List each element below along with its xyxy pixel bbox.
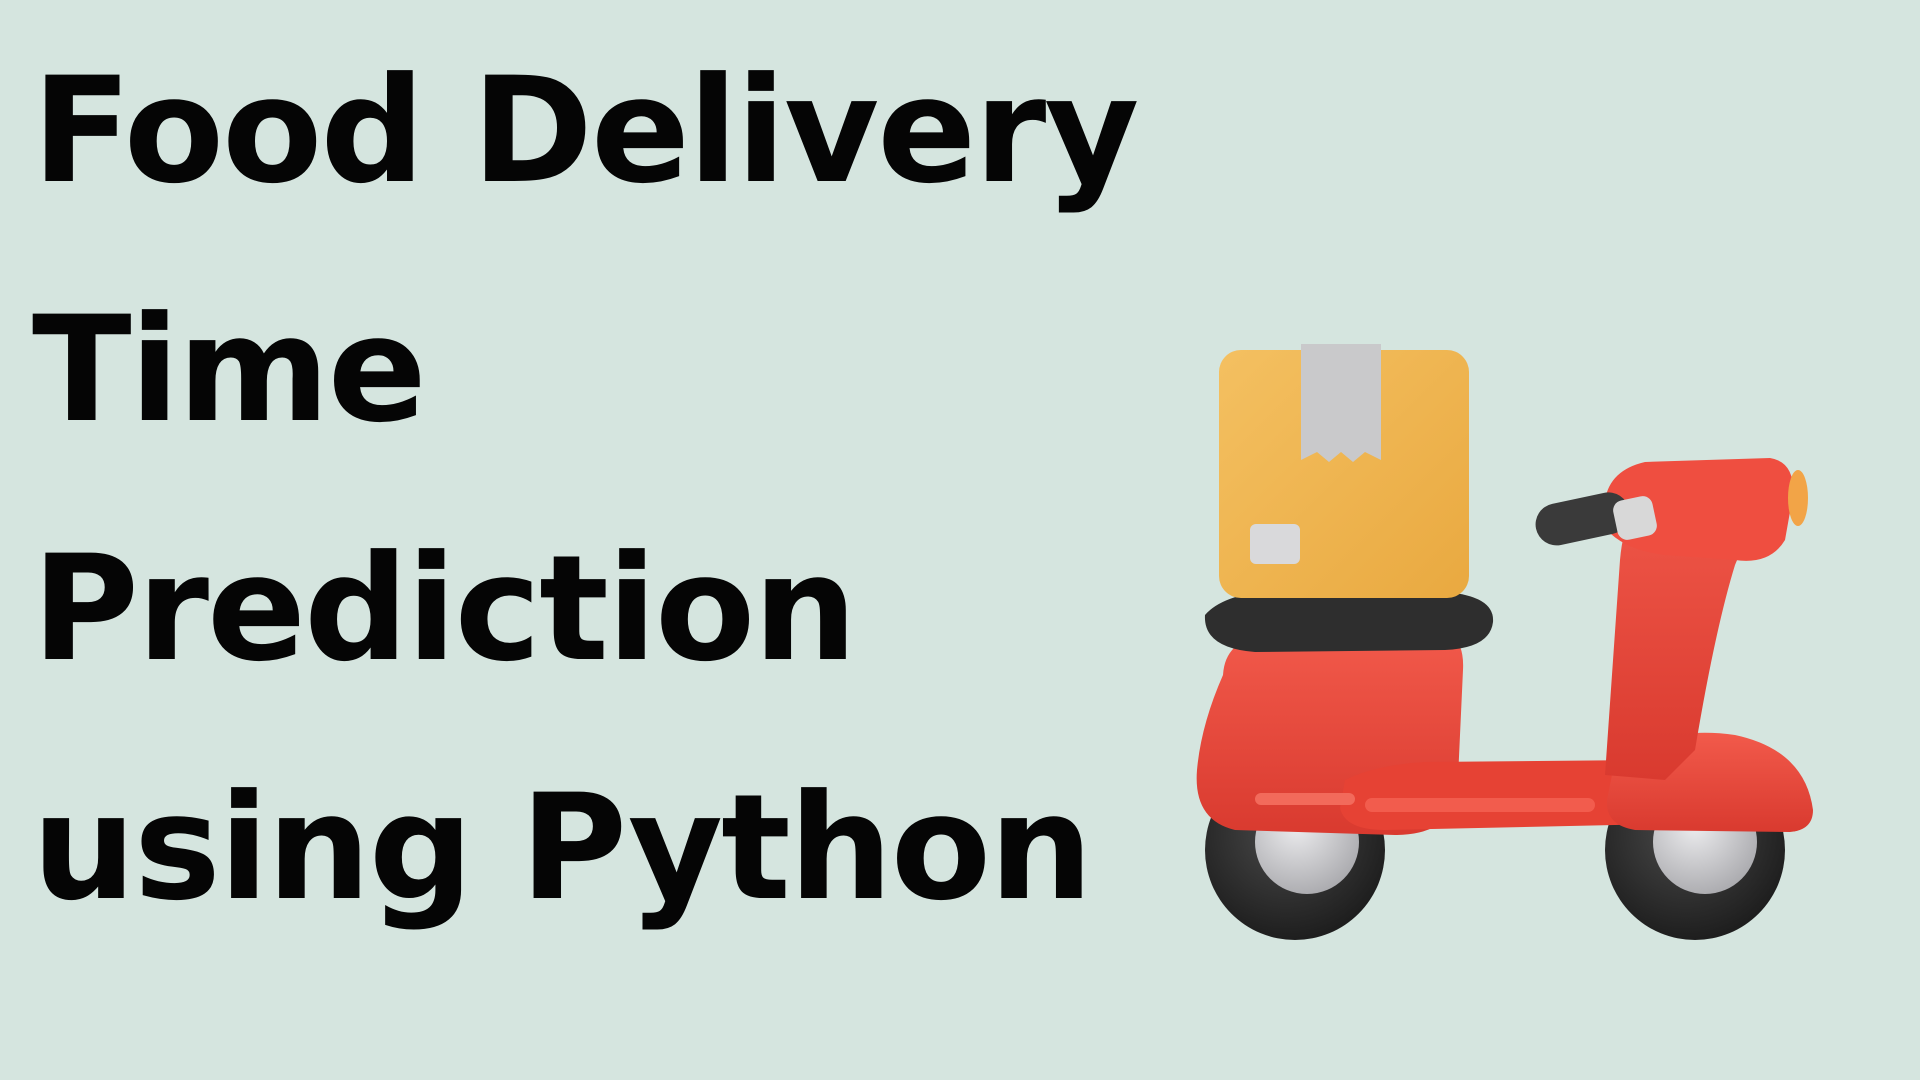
thumbnail-canvas: Food Delivery Time Prediction using Pyth… [0, 0, 1920, 1080]
title-line-4: using Python [32, 763, 1093, 933]
scooter-seat [1204, 590, 1494, 652]
footboard-trim-line [1365, 798, 1595, 812]
scooter-headlight [1788, 470, 1808, 526]
title-block: Food Delivery Time Prediction using Pyth… [32, 46, 1232, 933]
title-line-2: Time [32, 285, 427, 455]
title-line-3: Prediction [32, 524, 857, 694]
body-trim-line [1255, 793, 1355, 805]
delivery-box [1219, 344, 1469, 598]
delivery-scooter-icon [1196, 344, 1813, 940]
title-line-1: Food Delivery [32, 46, 1139, 216]
